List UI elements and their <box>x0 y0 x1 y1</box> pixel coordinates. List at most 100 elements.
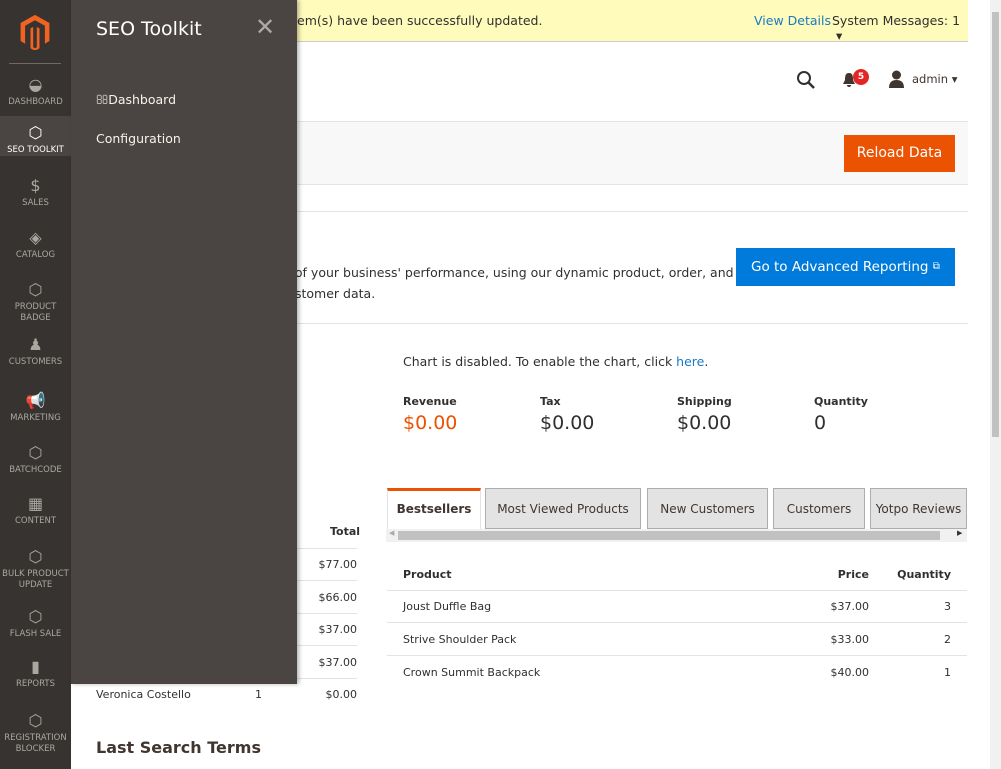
advanced-reporting-label: Go to Advanced Reporting <box>751 259 929 275</box>
bestsellers-header-price: Price <box>837 568 869 581</box>
nav-label: Product Badge <box>14 302 57 323</box>
flyout-item-configuration[interactable]: Configuration <box>96 131 181 146</box>
user-name: admin <box>912 72 949 86</box>
total-quantity-label: Quantity <box>814 395 868 408</box>
total-tax-value: $0.00 <box>540 412 595 434</box>
orders-total-header: Total <box>330 525 361 538</box>
nav-label: Customers <box>8 357 63 367</box>
chart-disabled-notice: Chart is disabled. To enable the chart, … <box>403 354 708 369</box>
nav-label: Bulk Product Update <box>2 569 69 590</box>
person-icon: ♟ <box>28 335 43 354</box>
nav-item-flash-sale[interactable]: ⬡ Flash Sale <box>0 608 71 640</box>
bestseller-quantity: 3 <box>944 600 951 613</box>
main-nav: ◒ Dashboard ⬡ SEO Toolkit $ Sales ◈ Catalog ⬡ Pro… <box>0 0 71 769</box>
order-total: $77.00 <box>318 558 358 571</box>
order-customer: Veronica Costello <box>96 688 191 701</box>
nav-divider <box>9 63 61 64</box>
scroll-left-icon[interactable]: ◀ <box>389 529 394 537</box>
scrollbar-thumb[interactable] <box>398 531 940 540</box>
hexagon-icon: ⬡ <box>28 607 43 626</box>
magento-logo[interactable] <box>17 14 53 50</box>
nav-label: Content <box>14 516 57 526</box>
nav-label: Marketing <box>10 413 61 423</box>
bestseller-product: Joust Duffle Bag <box>403 600 492 613</box>
hexagon-icon: ⬡ <box>28 711 43 730</box>
tab-customers[interactable]: Customers <box>773 488 865 529</box>
bestseller-quantity: 1 <box>944 666 951 679</box>
seo-toolkit-flyout: SEO Toolkit ✕ Dashboard Configuration <box>71 0 297 684</box>
bestseller-quantity: 2 <box>944 633 951 646</box>
chart-notice-text: Chart is disabled. To enable the chart, … <box>403 354 677 369</box>
last-search-terms-title: Last Search Terms <box>96 738 261 757</box>
flyout-item-dashboard[interactable]: Dashboard <box>96 92 176 107</box>
total-tax-label: Tax <box>540 395 561 408</box>
nav-item-marketing[interactable]: 📢 Marketing <box>0 392 71 424</box>
user-menu[interactable]: admin ▾ <box>912 72 957 86</box>
flyout-title: SEO Toolkit <box>96 18 202 40</box>
bestsellers-header-product: Product <box>403 568 452 581</box>
nav-label: Batchcode <box>9 465 62 475</box>
scroll-right-icon[interactable]: ▶ <box>957 529 962 537</box>
hexagon-icon: ⬡ <box>28 443 43 462</box>
bar-chart-icon: ▮ <box>31 657 40 676</box>
intro-text-line2: stomer data. <box>295 286 376 301</box>
nav-label: Reports <box>16 679 55 689</box>
tabs-scrollbar[interactable]: ◀ ▶ <box>386 529 967 542</box>
total-shipping-label: Shipping <box>677 395 732 408</box>
nav-item-registration-blocker[interactable]: ⬡ Registration Blocker <box>0 712 71 755</box>
system-messages-count: System Messages: 1 <box>832 13 961 28</box>
user-icon[interactable] <box>888 70 905 88</box>
tab-bestsellers[interactable]: Bestsellers <box>387 488 481 529</box>
hexagon-icon: ⬡ <box>28 123 43 142</box>
enable-chart-link[interactable]: here <box>676 354 704 369</box>
external-link-icon: ⧉ <box>932 261 940 272</box>
nav-item-seo-toolkit[interactable]: ⬡ SEO Toolkit <box>0 116 71 156</box>
nav-item-reports[interactable]: ▮ Reports <box>0 658 71 690</box>
view-details-link[interactable]: View Details <box>754 13 831 28</box>
layout-icon: ▦ <box>27 494 44 513</box>
box-icon: ◈ <box>29 228 42 247</box>
bestseller-price: $37.00 <box>830 600 870 613</box>
order-total: $66.00 <box>318 590 358 604</box>
bestseller-price: $33.00 <box>830 633 870 646</box>
nav-item-content[interactable]: ▦ Content <box>0 495 71 527</box>
nav-label: Catalog <box>15 250 56 260</box>
tab-new-customers[interactable]: New Customers <box>647 488 768 529</box>
order-items: 1 <box>255 688 262 701</box>
nav-item-batchcode[interactable]: ⬡ Batchcode <box>0 444 71 476</box>
order-total: $0.00 <box>325 688 358 701</box>
nav-item-catalog[interactable]: ◈ Catalog <box>0 229 71 261</box>
nav-label: Flash Sale <box>9 629 62 639</box>
nav-item-customers[interactable]: ♟ Customers <box>0 336 71 368</box>
close-icon[interactable]: ✕ <box>255 14 275 40</box>
total-revenue-value: $0.00 <box>403 412 458 434</box>
dollar-icon: $ <box>30 176 41 195</box>
bestseller-product: Crown Summit Backpack <box>403 666 541 679</box>
nav-item-product-badge[interactable]: ⬡ Product Badge <box>0 281 71 324</box>
nav-item-dashboard[interactable]: ◒ Dashboard <box>0 76 71 108</box>
total-shipping-value: $0.00 <box>677 412 732 434</box>
order-total: $37.00 <box>318 623 358 636</box>
nav-label: Sales <box>22 198 49 208</box>
notification-badge: 5 <box>853 69 869 85</box>
tab-most-viewed-products[interactable]: Most Viewed Products <box>485 488 641 529</box>
bestseller-product: Strive Shoulder Pack <box>403 633 517 646</box>
page-scrollbar[interactable] <box>990 0 1001 769</box>
total-quantity-value: 0 <box>814 412 827 434</box>
nav-label: Registration Blocker <box>4 733 67 754</box>
nav-item-bulk-product-update[interactable]: ⬡ Bulk Product Update <box>0 548 71 591</box>
advanced-reporting-button[interactable]: Go to Advanced Reporting ⧉ <box>736 248 955 286</box>
nav-item-sales[interactable]: $ Sales <box>0 177 71 209</box>
system-messages-toggle[interactable]: System Messages: 1 ▾ <box>832 13 968 43</box>
search-icon[interactable] <box>796 70 816 90</box>
page-scrollbar-thumb[interactable] <box>992 12 999 437</box>
message-text: em(s) have been successfully updated. <box>297 13 543 28</box>
bestseller-price: $40.00 <box>830 666 870 679</box>
hexagon-icon: ⬡ <box>28 280 43 299</box>
tab-yotpo-reviews[interactable]: Yotpo Reviews <box>870 488 967 529</box>
chart-notice-end: . <box>704 354 709 369</box>
reload-data-button[interactable]: Reload Data <box>844 135 955 172</box>
order-total: $37.00 <box>318 655 358 669</box>
nav-label: Dashboard <box>8 97 63 107</box>
intro-text-line1: d of your business' performance, using o… <box>283 265 734 280</box>
